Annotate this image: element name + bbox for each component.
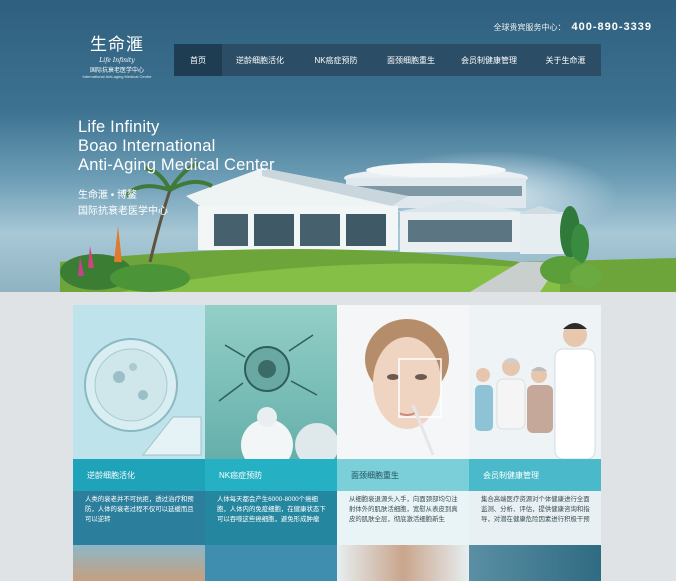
cell-image (73, 305, 205, 459)
hotline-number: 400-890-3339 (571, 21, 652, 33)
logo-en: Life Infinity (99, 57, 135, 64)
card-cell-activation[interactable]: 逆龄细胞活化 人类的衰老并不可抗拒，透过治疗和预防，人体的衰老过程不仅可以延缓而… (73, 305, 205, 545)
card-text: 人类的衰老并不可抗拒，透过治疗和预防，人体的衰老过程不仅可以延缓而且可以逆转 (73, 491, 205, 545)
logo-sub: 国际抗衰老医学中心 (89, 68, 144, 74)
bush (570, 264, 602, 288)
service-cards: 逆龄细胞活化 人类的衰老并不可抗拒，透过治疗和预防，人体的衰老过程不仅可以延缓而… (73, 305, 601, 545)
tree (571, 224, 589, 264)
pavilion-window (346, 214, 386, 246)
nav-item-cell-activation[interactable]: 逆龄细胞活化 (222, 44, 298, 76)
hero-line-2: Boao International (78, 137, 216, 155)
main-nav: 首页 逆龄细胞活化 NK癌症预防 面颈细胞重生 会员制健康管理 关于生命滙 (174, 44, 601, 76)
hotline: 全球贵宾服务中心： 400-890-3339 (493, 17, 652, 35)
side-windows (408, 220, 512, 242)
hero-line-3: Anti-Aging Medical Center (78, 156, 275, 174)
hero-line-1: Life Infinity (78, 118, 160, 136)
card-title: NK癌症预防 (205, 459, 337, 491)
bottom-thumb[interactable] (73, 545, 205, 581)
nav-item-about[interactable]: 关于生命滙 (530, 44, 601, 76)
bottom-thumb[interactable] (469, 545, 601, 581)
hero-cn-1: 生命滙 • 博鳌 (78, 190, 138, 201)
logo-cn: 生命滙 (90, 35, 144, 55)
card-nk-cancer[interactable]: NK癌症预防 人体每天都会产生6000-8000个癌细胞，人体内的免疫细胞，在健… (205, 305, 337, 545)
nav-item-home[interactable]: 首页 (174, 44, 222, 76)
logo[interactable]: 生命滙 Life Infinity 国际抗衰老医学中心 Internationa… (72, 30, 162, 88)
card-face-regen[interactable]: 面颈细胞重生 从细胞衰退源头入手，向面颈部均匀注射体外的肌肤活细胞，宽慰从表皮到… (337, 305, 469, 545)
nav-item-membership[interactable]: 会员制健康管理 (448, 44, 530, 76)
hotline-label: 全球贵宾服务中心： (493, 23, 566, 32)
pavilion-window (214, 214, 248, 246)
right-wing (520, 212, 564, 254)
card-title: 逆龄细胞活化 (73, 459, 205, 491)
pavilion-window (300, 214, 340, 246)
nav-item-nk-cancer[interactable]: NK癌症预防 (298, 44, 374, 76)
card-membership[interactable]: 会员制健康管理 集合高端医疗资源对个体健康进行全面监测、分析、评估，提供健康咨询… (469, 305, 601, 545)
card-text: 人体每天都会产生6000-8000个癌细胞，人体内的免疫细胞，在健康状态下可以吞… (205, 491, 337, 545)
bottom-thumb[interactable] (337, 545, 469, 581)
pavilion-window (254, 214, 294, 246)
page: 生命滙 Life Infinity 国际抗衰老医学中心 Internationa… (0, 0, 676, 581)
round-top (366, 163, 506, 177)
lab-image (205, 305, 337, 459)
card-title: 会员制健康管理 (469, 459, 601, 491)
card-text: 从细胞衰退源头入手，向面颈部均匀注射体外的肌肤活细胞，宽慰从表皮到真皮的肌肤全层… (337, 491, 469, 545)
doctor-image (469, 305, 601, 459)
logo-sub-en: International Anti-aging Medical Centre (82, 74, 152, 79)
bottom-row (73, 545, 601, 581)
flower (114, 226, 122, 262)
nav-item-face-regen[interactable]: 面颈细胞重生 (374, 44, 448, 76)
face-image (337, 305, 469, 459)
foliage (110, 264, 190, 292)
hero-cn-2: 国际抗衰老医学中心 (78, 206, 168, 217)
bottom-thumb[interactable] (205, 545, 337, 581)
hero-slogan-en: Life Infinity Boao International Anti-Ag… (78, 118, 275, 175)
card-title: 面颈细胞重生 (337, 459, 469, 491)
hero-banner: 生命滙 Life Infinity 国际抗衰老医学中心 Internationa… (0, 0, 676, 292)
card-text: 集合高端医疗资源对个体健康进行全面监测、分析、评估，提供健康咨询和指导，对潜在健… (469, 491, 601, 545)
hero-slogan-cn: 生命滙 • 博鳌 国际抗衰老医学中心 (78, 188, 168, 220)
